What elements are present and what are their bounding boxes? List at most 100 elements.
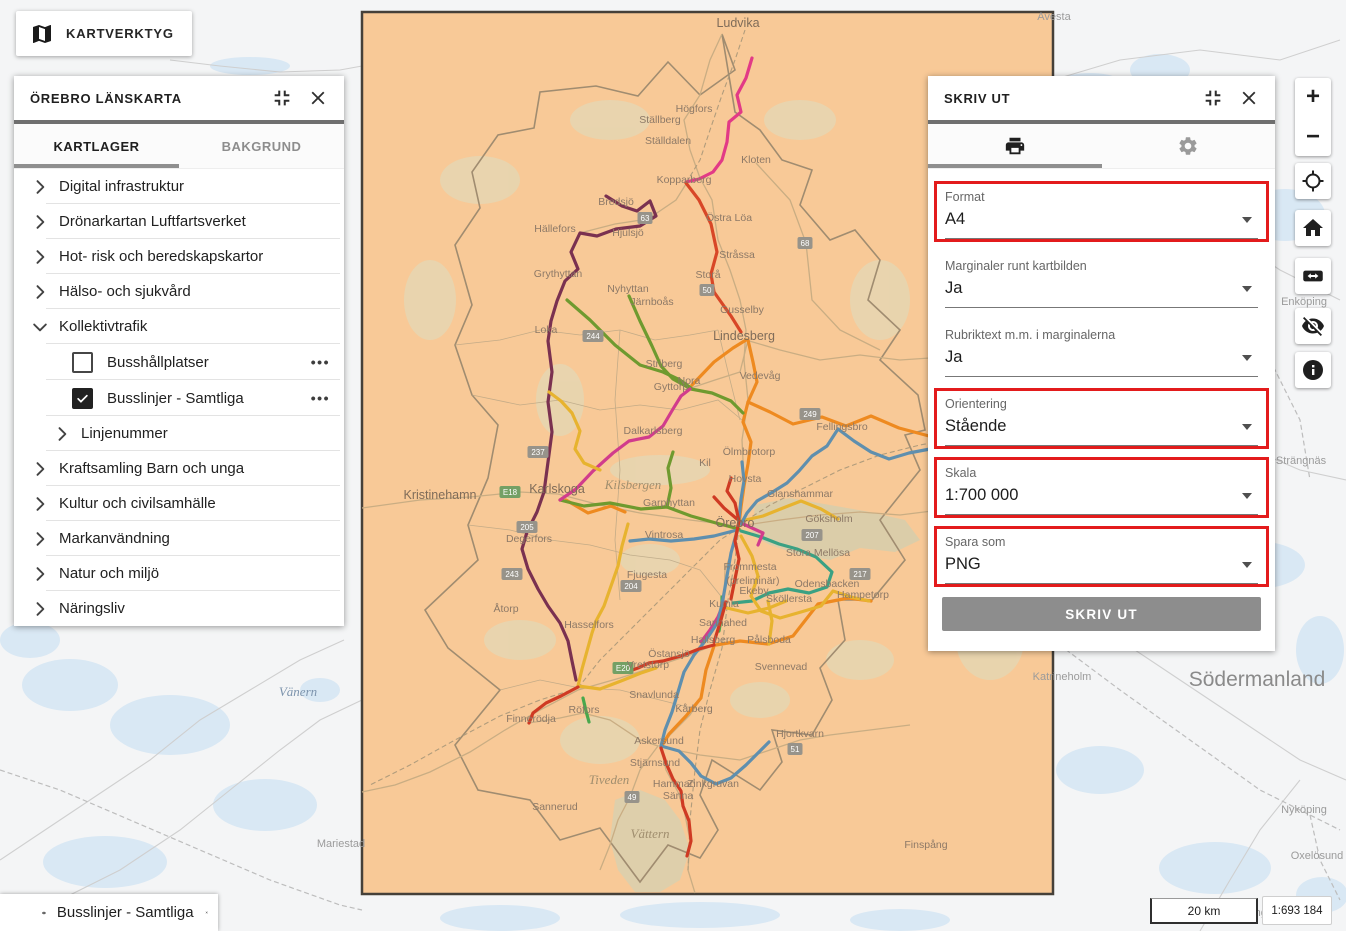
dropdown-caret-icon [1242, 217, 1252, 223]
print-button[interactable]: SKRIV UT [942, 597, 1261, 631]
field-label: Spara som [945, 535, 1258, 549]
field-select[interactable]: PNG [945, 554, 1258, 584]
layer-group-hot-risk-och-beredskapskartor[interactable]: Hot- risk och beredskapskartor [14, 239, 344, 274]
geolocation-button[interactable] [1295, 163, 1331, 199]
dropdown-caret-icon [1242, 562, 1252, 568]
hide-layers-button[interactable] [1295, 308, 1331, 344]
map-town-label: Nyhyttan [607, 283, 649, 295]
layers-panel-title: ÖREBRO LÄNSKARTA [30, 91, 258, 106]
layer-group-label: Digital infrastruktur [59, 178, 184, 195]
layer-group-kultur-och-civilsamh-lle[interactable]: Kultur och civilsamhälle [14, 486, 344, 521]
field-label: Format [945, 190, 1258, 204]
dropdown-caret-icon [1242, 286, 1252, 292]
tab-bakgrund[interactable]: BAKGRUND [179, 124, 344, 168]
zoom-in-button[interactable]: + [1306, 88, 1320, 106]
checkbox-checked[interactable] [72, 388, 93, 409]
home-extent-button[interactable] [1295, 210, 1331, 246]
layer-group-label: Kraftsamling Barn och unga [59, 460, 244, 477]
map-icon [30, 22, 54, 46]
chevron-right-icon [30, 459, 50, 479]
print-field-skala: Skala 1:700 000 [934, 457, 1269, 518]
layer-group-markanv-ndning[interactable]: Markanvändning [14, 521, 344, 556]
gear-icon [1177, 135, 1199, 157]
layer-group-kollektivtrafik[interactable]: Kollektivtrafik [14, 309, 344, 344]
map-town-label: Svennevad [755, 661, 808, 673]
kartverktyg-button[interactable]: KARTVERKTYG [16, 11, 192, 56]
dropdown-caret-icon [1242, 493, 1252, 499]
info-icon [1301, 358, 1325, 382]
field-select[interactable]: Ja [945, 278, 1258, 308]
swipe-extent-button[interactable] [1295, 258, 1331, 294]
close-icon[interactable] [306, 86, 330, 110]
map-town-label: Stråssa [719, 249, 755, 261]
layer-group-h-lso-och-sjukv-rd[interactable]: Hälso- och sjukvård [14, 274, 344, 309]
road-shield-label: 63 [641, 214, 650, 223]
road-shield-label: 51 [791, 745, 800, 754]
map-town-label: Grythyttan [534, 268, 583, 280]
collapse-icon[interactable] [270, 86, 294, 110]
layer-item-bussh-llplatser[interactable]: Busshållplatser••• [14, 344, 344, 380]
active-tab-underline [14, 164, 179, 168]
layer-group-natur-och-milj[interactable]: Natur och miljö [14, 556, 344, 591]
collapse-icon[interactable] [1201, 86, 1225, 110]
chevron-right-icon [30, 529, 50, 549]
zoom-out-button[interactable]: − [1306, 128, 1320, 146]
field-label: Skala [945, 466, 1258, 480]
field-value: A4 [945, 210, 965, 229]
layer-item-busslinjer-samtliga[interactable]: Busslinjer - Samtliga••• [14, 380, 344, 416]
map-town-label: Pålsboda [747, 634, 791, 646]
map-town-label: Snavlunda [629, 689, 679, 701]
layer-subgroup-linjenummer[interactable]: Linjenummer [14, 416, 344, 451]
tab-print-settings[interactable] [1102, 124, 1276, 168]
layer-group-label: Markanvändning [59, 530, 170, 547]
info-button[interactable] [1295, 352, 1331, 388]
map-town-label: Hjulsjö [612, 227, 644, 239]
checkbox-unchecked[interactable] [72, 352, 93, 373]
map-town-label: Högfors [676, 103, 713, 115]
map-town-label: Zinkgruvan [687, 778, 739, 790]
tab-kartlager[interactable]: KARTLAGER [14, 124, 179, 168]
map-town-label: Vintrosa [645, 529, 683, 541]
layers-panel-header: ÖREBRO LÄNSKARTA [14, 76, 344, 120]
more-options-icon[interactable]: ••• [311, 390, 330, 406]
field-select[interactable]: Stående [945, 416, 1258, 446]
field-select[interactable]: 1:700 000 [945, 485, 1258, 515]
chevron-right-icon [52, 424, 72, 444]
layer-group-n-ringsliv[interactable]: Näringsliv [14, 591, 344, 626]
layers-tabs: KARTLAGER BAKGRUND [14, 124, 344, 169]
layer-group-dr-narkartan-luftfartsverket[interactable]: Drönarkartan Luftfartsverket [14, 204, 344, 239]
map-town-label: Finspång [904, 839, 947, 851]
scale-bar: 20 km [1150, 898, 1258, 924]
road-shield-label: 50 [703, 286, 712, 295]
tab-print[interactable] [928, 124, 1102, 168]
field-select[interactable]: Ja [945, 347, 1258, 377]
layer-group-kraftsamling-barn-och-unga[interactable]: Kraftsamling Barn och unga [14, 451, 344, 486]
more-options-icon[interactable]: ••• [311, 354, 330, 370]
map-town-label: Gyttorp [654, 381, 689, 393]
field-select[interactable]: A4 [945, 209, 1258, 239]
close-icon[interactable] [205, 903, 208, 922]
eye-icon[interactable] [42, 902, 46, 924]
layer-item-label: Busshållplatser [107, 354, 311, 371]
road-shield-label: 49 [628, 793, 637, 802]
layer-subgroup-label: Linjenummer [81, 425, 168, 442]
layer-group-digital-infrastruktur[interactable]: Digital infrastruktur [14, 169, 344, 204]
field-label: Rubriktext m.m. i marginalerna [945, 328, 1258, 342]
map-town-label: Bredsjö [598, 196, 634, 208]
close-icon[interactable] [1237, 86, 1261, 110]
dropdown-caret-icon [1242, 355, 1252, 361]
field-value: Ja [945, 279, 962, 298]
field-value: 1:700 000 [945, 486, 1018, 505]
map-town-label: Sänna [663, 790, 694, 802]
road-shield-label: 68 [801, 239, 810, 248]
map-town-label: Göksholm [805, 513, 853, 525]
chevron-right-icon [30, 282, 50, 302]
eye-off-icon [1301, 314, 1325, 338]
zoom-control-group: + − [1295, 78, 1331, 156]
layer-list: Digital infrastruktur Drönarkartan Luftfa… [14, 169, 344, 626]
map-town-label: Åtorp [493, 602, 518, 615]
chevron-right-icon [30, 177, 50, 197]
map-town-label: Lindesberg [713, 329, 775, 343]
map-town-label: Hallsberg [691, 634, 736, 646]
map-town-label: Hällefors [534, 223, 575, 235]
